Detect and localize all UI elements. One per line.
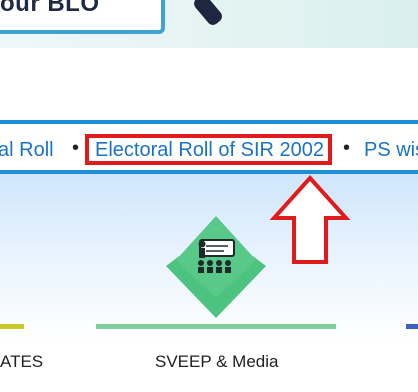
news-ticker: al Roll • Electoral Roll of SIR 2002 • P… (0, 120, 418, 174)
ticker-separator: • (343, 137, 351, 159)
card-label-sveep-media[interactable]: SVEEP & Media (155, 352, 278, 372)
know-your-blo-text[interactable]: our BLO (0, 0, 100, 18)
card-accent-bar (96, 324, 336, 329)
card-accent-bar (0, 324, 24, 329)
ticker-link-electoral-roll[interactable]: al Roll (0, 139, 54, 162)
sveep-logo-icon[interactable] (160, 214, 270, 324)
card-label-states[interactable]: ATES (0, 352, 43, 372)
magnifier-icon (191, 0, 225, 28)
ticker-link-ps-wise[interactable]: PS wis (364, 139, 418, 162)
up-arrow-icon (270, 175, 350, 264)
highlight-box (85, 134, 332, 165)
card-accent-bar (406, 324, 418, 329)
top-banner: our BLO (0, 0, 418, 48)
ticker-separator: • (72, 137, 80, 159)
